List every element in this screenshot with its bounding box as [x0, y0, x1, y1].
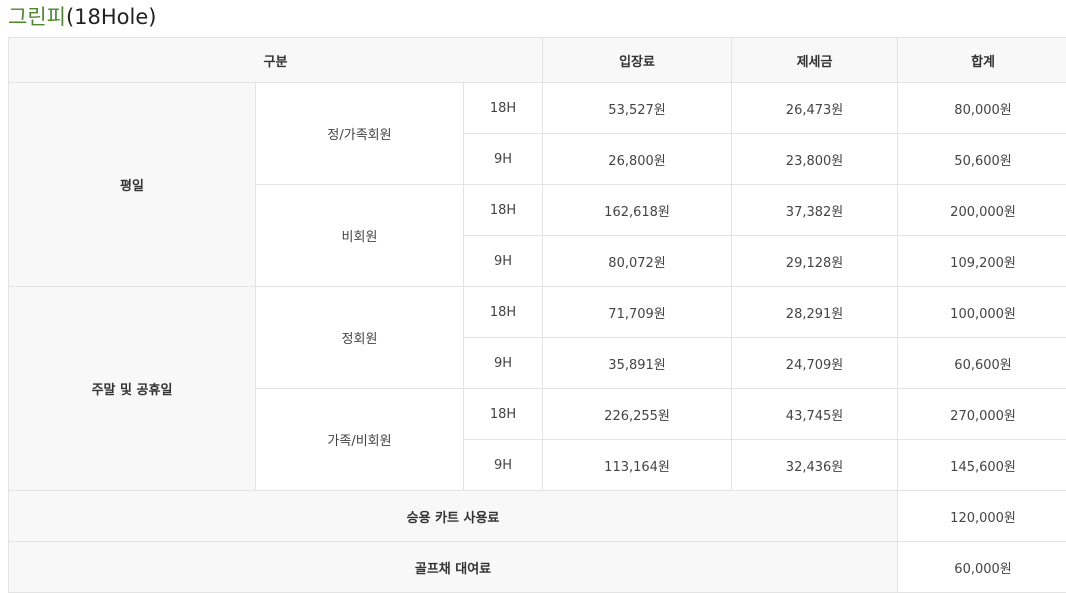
- hole-cell: 18H: [462, 286, 544, 338]
- entry-fee-cell: 35,891원: [542, 337, 733, 389]
- title-suffix: (18Hole): [65, 5, 157, 29]
- member-type: 비회원: [255, 184, 464, 287]
- tax-cell: 23,800원: [731, 133, 899, 185]
- table-header-row: 구분 입장료 제세금 합계: [7, 37, 1066, 83]
- header-entry-fee: 입장료: [542, 37, 733, 83]
- entry-fee-cell: 113,164원: [542, 439, 733, 491]
- entry-fee-cell: 26,800원: [542, 133, 733, 185]
- tax-cell: 37,382원: [731, 184, 899, 236]
- tax-cell: 43,745원: [731, 388, 899, 440]
- cart-fee-label: 승용 카트 사용료: [7, 490, 899, 542]
- total-cell: 50,600원: [897, 133, 1066, 185]
- tax-cell: 24,709원: [731, 337, 899, 389]
- club-rental-total: 60,000원: [897, 541, 1066, 593]
- member-type: 정회원: [255, 286, 464, 389]
- member-type: 정/가족회원: [255, 82, 464, 185]
- club-rental-label: 골프채 대여료: [7, 541, 899, 593]
- hole-cell: 18H: [462, 184, 544, 236]
- tax-cell: 28,291원: [731, 286, 899, 338]
- hole-cell: 18H: [462, 388, 544, 440]
- entry-fee-cell: 162,618원: [542, 184, 733, 236]
- entry-fee-cell: 53,527원: [542, 82, 733, 134]
- table-row: 평일 정/가족회원 18H 53,527원 26,473원 80,000원: [8, 82, 1066, 287]
- entry-fee-cell: 226,255원: [542, 388, 733, 440]
- title-main: 그린피: [8, 5, 66, 29]
- group-weekend-holiday: 주말 및 공휴일: [8, 286, 256, 491]
- header-tax: 제세금: [731, 37, 899, 83]
- hole-cell: 9H: [462, 133, 544, 185]
- entry-fee-cell: 71,709원: [542, 286, 733, 338]
- total-cell: 60,600원: [897, 337, 1066, 389]
- total-cell: 109,200원: [897, 235, 1066, 287]
- hole-cell: 9H: [462, 337, 544, 389]
- table-row: 승용 카트 사용료 120,000원: [7, 490, 1066, 542]
- header-total: 합계: [897, 37, 1066, 83]
- hole-cell: 9H: [462, 439, 544, 491]
- page-title: 그린피(18Hole): [8, 2, 156, 32]
- total-cell: 200,000원: [897, 184, 1066, 236]
- hole-cell: 9H: [462, 235, 544, 287]
- hole-cell: 18H: [462, 82, 544, 134]
- member-type: 가족/비회원: [255, 388, 464, 491]
- table-row: 골프채 대여료 60,000원: [7, 541, 1066, 593]
- total-cell: 270,000원: [897, 388, 1066, 440]
- group-weekday: 평일: [8, 82, 256, 287]
- header-category: 구분: [7, 37, 544, 83]
- total-cell: 100,000원: [897, 286, 1066, 338]
- cart-fee-total: 120,000원: [897, 490, 1066, 542]
- total-cell: 80,000원: [897, 82, 1066, 134]
- table-row: 주말 및 공휴일 정회원 18H 71,709원 28,291원 100,000…: [8, 286, 1066, 491]
- entry-fee-cell: 80,072원: [542, 235, 733, 287]
- tax-cell: 32,436원: [731, 439, 899, 491]
- total-cell: 145,600원: [897, 439, 1066, 491]
- tax-cell: 29,128원: [731, 235, 899, 287]
- tax-cell: 26,473원: [731, 82, 899, 134]
- green-fee-table: 구분 입장료 제세금 합계 평일 정/가족회원 18H 53,527원 26,4…: [7, 37, 1066, 593]
